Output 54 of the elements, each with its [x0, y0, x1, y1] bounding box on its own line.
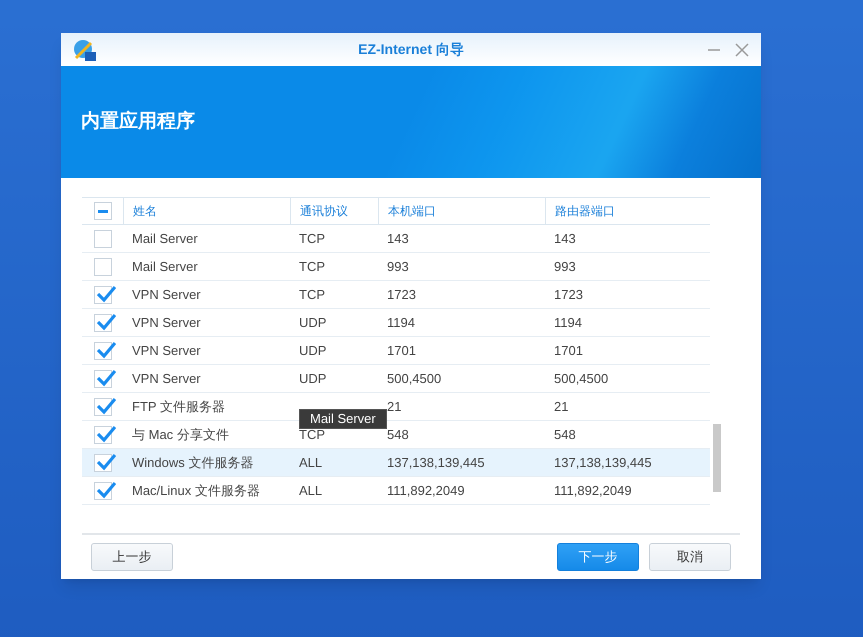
table-cell: 548 [387, 426, 409, 442]
column-header[interactable]: 路由器端口 [545, 198, 710, 224]
table-cell: 21 [387, 398, 402, 414]
table-cell: Mail Server [132, 258, 198, 274]
scrollbar-thumb[interactable] [713, 424, 721, 492]
table-cell: 500,4500 [387, 370, 442, 386]
table-cell: 1701 [387, 342, 416, 358]
banner-title: 内置应用程序 [81, 110, 195, 134]
table-cell: 1194 [387, 314, 415, 330]
table-cell: 548 [554, 426, 576, 442]
table-cell: 1701 [554, 342, 583, 358]
window-title: EZ-Internet 向导 [358, 40, 464, 59]
table-cell: Mail Server [132, 230, 198, 246]
table-cell: UDP [299, 342, 326, 358]
table-cell: ALL [299, 454, 322, 470]
column-header[interactable]: 本机端口 [378, 198, 545, 224]
table-cell: TCP [299, 258, 325, 274]
table-cell: 1723 [554, 286, 583, 302]
table-cell: 21 [554, 398, 568, 414]
table-cell: 137,138,139,445 [387, 454, 485, 470]
table-cell: TCP [299, 426, 325, 442]
table-cell: 111,892,2049 [554, 482, 632, 498]
app-logo-icon [73, 38, 97, 62]
dialog-button[interactable]: 上一步 [91, 543, 173, 571]
table-cell: 993 [387, 258, 409, 274]
table-cell: 137,138,139,445 [554, 454, 652, 470]
table-cell: 111,892,2049 [387, 482, 465, 498]
checkbox[interactable] [94, 230, 112, 248]
table-cell: 143 [387, 230, 409, 246]
column-header[interactable]: 姓名 [123, 198, 290, 224]
table-cell: 143 [554, 230, 576, 246]
table-cell: 500,4500 [554, 370, 608, 386]
tooltip: Mail Server [299, 409, 387, 429]
table-cell: 1194 [554, 314, 582, 330]
table-cell: VPN Server [132, 342, 201, 358]
table-cell: VPN Server [132, 370, 201, 386]
table-cell: Windows 文件服务器 [132, 454, 254, 470]
table-cell: VPN Server [132, 286, 201, 302]
table-cell: UDP [299, 370, 326, 386]
select-all-checkbox[interactable] [94, 202, 112, 220]
table-cell: 993 [554, 258, 576, 274]
table-cell: FTP 文件服务器 [132, 398, 225, 414]
table-cell: VPN Server [132, 314, 201, 330]
table-cell: Mac/Linux 文件服务器 [132, 482, 260, 498]
checkbox[interactable] [94, 258, 112, 276]
close-icon[interactable] [735, 42, 749, 56]
table-cell: 与 Mac 分享文件 [132, 426, 229, 442]
table-cell: UDP [299, 314, 326, 330]
table-cell: 1723 [387, 286, 416, 302]
dialog-button[interactable]: 取消 [649, 543, 731, 571]
table-cell: ALL [299, 482, 322, 498]
table-cell: TCP [299, 230, 325, 246]
table-cell: TCP [299, 286, 325, 302]
column-header[interactable]: 通讯协议 [290, 198, 378, 224]
